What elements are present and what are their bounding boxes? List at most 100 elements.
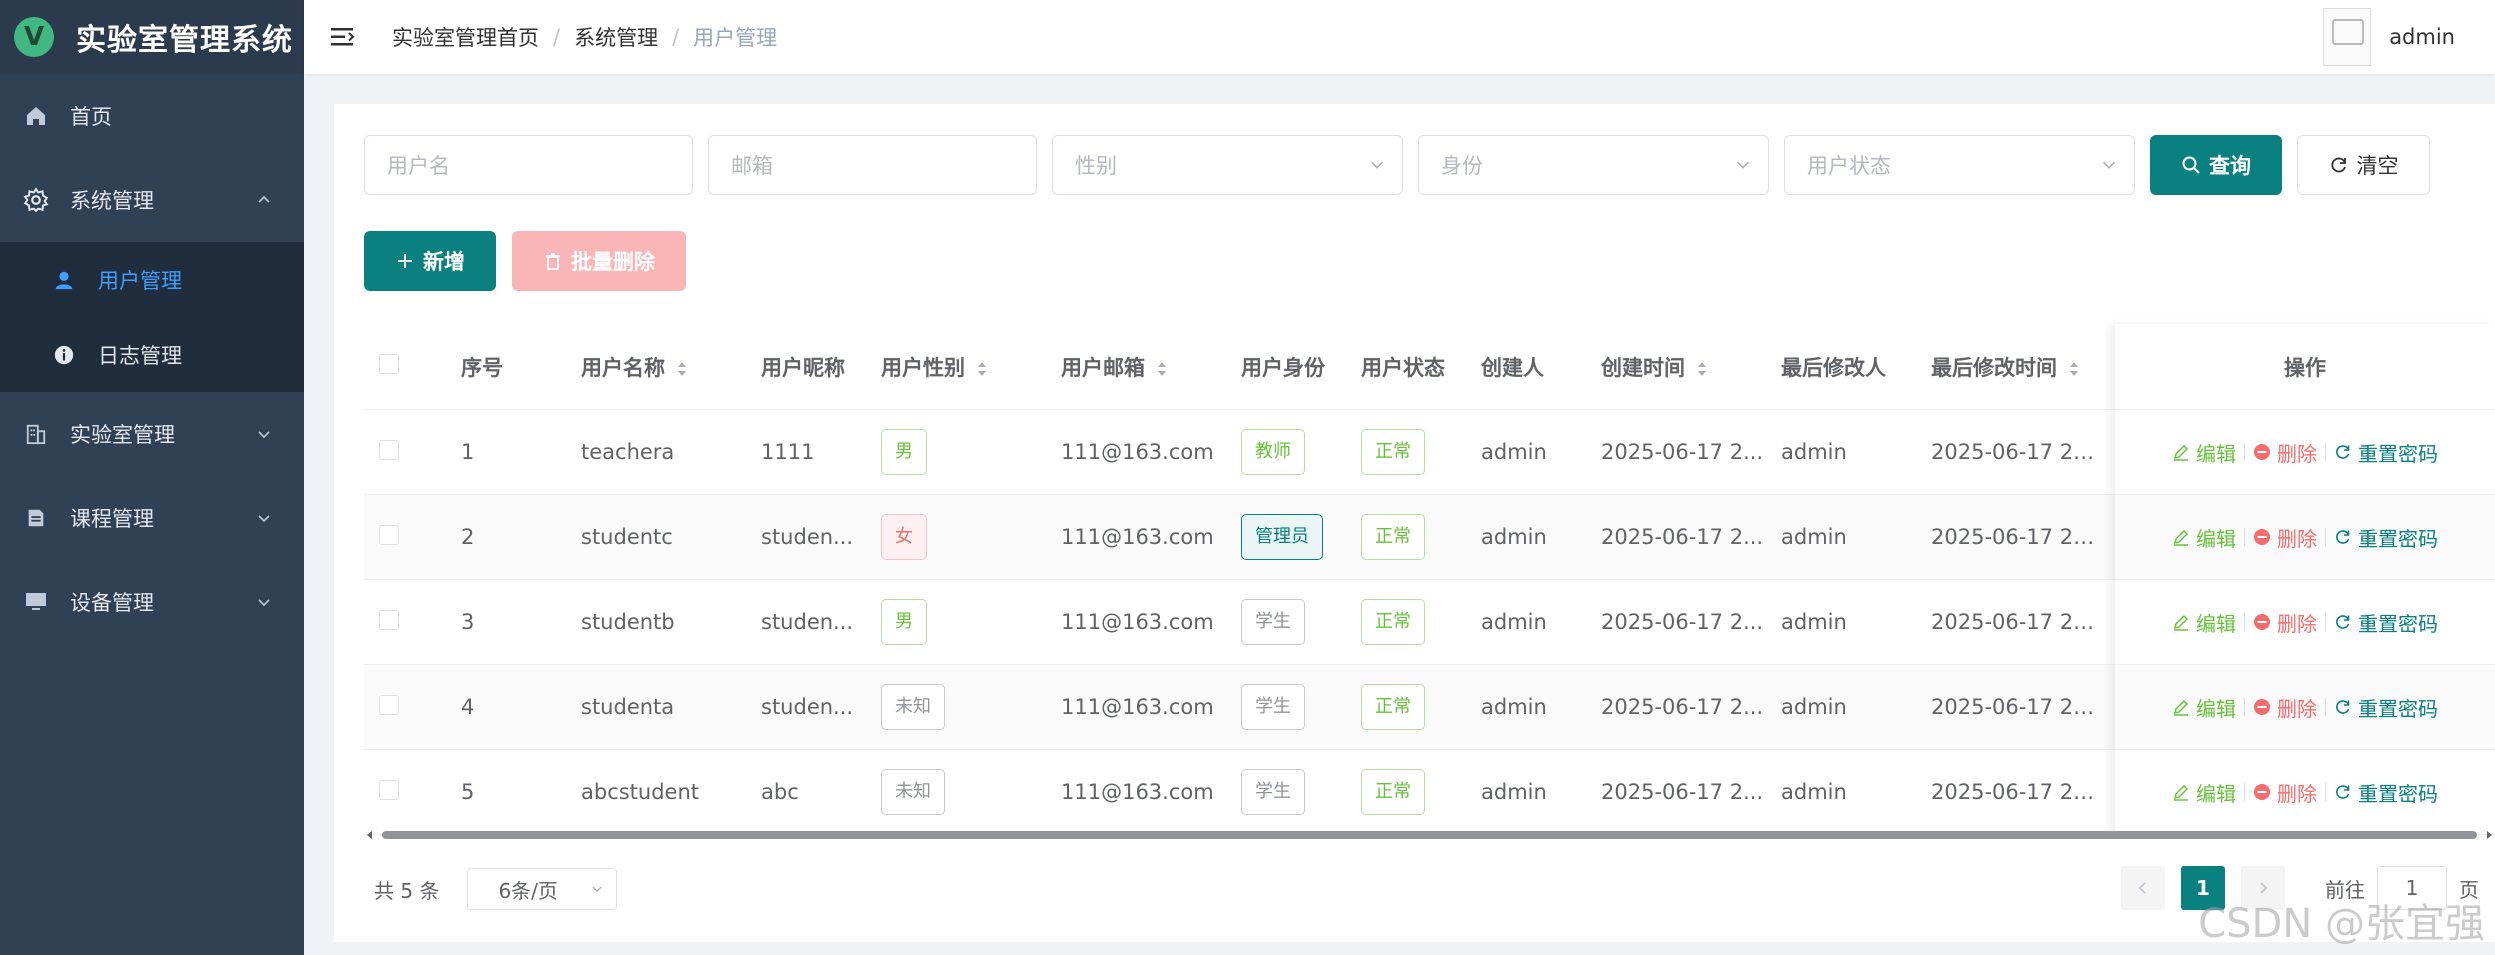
delete-button[interactable]: 删除: [2253, 438, 2317, 467]
monitor-icon: [22, 588, 50, 616]
col-status: 用户状态: [1361, 355, 1445, 380]
email-filter-input[interactable]: 邮箱: [708, 135, 1037, 195]
reset-label: 重置密码: [2358, 696, 2438, 721]
book-icon: [22, 504, 50, 532]
reset-password-button[interactable]: 重置密码: [2334, 523, 2438, 552]
gender-tag: 女: [881, 514, 927, 560]
username-filter-input[interactable]: 用户名: [364, 135, 693, 195]
sort-icon[interactable]: [1155, 359, 1169, 379]
search-icon: [2182, 156, 2200, 174]
edit-button[interactable]: 编辑: [2172, 438, 2236, 467]
divider: [2325, 443, 2326, 461]
reset-password-button[interactable]: 重置密码: [2334, 438, 2438, 467]
col-email[interactable]: 用户邮箱: [1061, 352, 1241, 382]
col-username[interactable]: 用户名称: [581, 352, 761, 382]
breadcrumb-system[interactable]: 系统管理: [574, 22, 658, 52]
col-label: 创建时间: [1601, 355, 1685, 380]
sort-icon[interactable]: [1695, 359, 1709, 379]
col-created[interactable]: 创建时间: [1601, 352, 1781, 382]
role-tag: 学生: [1241, 769, 1305, 815]
edit-button[interactable]: 编辑: [2172, 608, 2236, 637]
cell-role: 学生: [1241, 599, 1361, 645]
edit-button[interactable]: 编辑: [2172, 523, 2236, 552]
add-button[interactable]: 新增: [364, 231, 496, 291]
cell-gender: 男: [881, 429, 1061, 475]
vue-logo-icon: V: [14, 17, 54, 57]
edit-icon: [2173, 529, 2189, 546]
select-all-checkbox[interactable]: [364, 354, 461, 379]
gender-filter-select[interactable]: 性别: [1052, 135, 1403, 195]
row-checkbox[interactable]: [364, 524, 461, 550]
col-modified[interactable]: 最后修改时间: [1931, 352, 2111, 382]
sidebar-item-lab[interactable]: 实验室管理: [0, 392, 304, 476]
avatar[interactable]: [2323, 8, 2372, 66]
sidebar-item-label: 首页: [70, 105, 112, 129]
batch-delete-button[interactable]: 批量删除: [512, 231, 686, 291]
chevron-up-icon: [258, 195, 270, 203]
prev-page-button[interactable]: [2121, 866, 2165, 910]
cell-index: 3: [461, 610, 475, 634]
edit-button[interactable]: 编辑: [2172, 693, 2236, 722]
sidebar-item-user-management[interactable]: 用户管理: [0, 242, 304, 317]
col-gender[interactable]: 用户性别: [881, 352, 1061, 382]
edit-label: 编辑: [2196, 696, 2236, 721]
placeholder: 性别: [1075, 154, 1117, 178]
role-filter-select[interactable]: 身份: [1418, 135, 1769, 195]
reset-password-button[interactable]: 重置密码: [2334, 778, 2438, 807]
scrollbar-thumb[interactable]: [382, 831, 2477, 839]
cell-modified: 2025-06-17 22:2...: [1931, 610, 2111, 634]
chevron-down-icon: [258, 599, 270, 607]
sidebar-item-device[interactable]: 设备管理: [0, 560, 304, 644]
cell-creator: admin: [1481, 440, 1547, 464]
sidebar-item-home[interactable]: 首页: [0, 74, 304, 158]
cell-status: 正常: [1361, 599, 1481, 645]
menu-toggle-icon[interactable]: [328, 22, 358, 52]
total-count: 共 5 条: [374, 878, 440, 903]
row-actions: 编辑 删除 重置密码: [2115, 580, 2495, 665]
scroll-left-icon[interactable]: [364, 829, 376, 841]
page-size-select[interactable]: 6条/页: [467, 868, 618, 910]
row-checkbox[interactable]: [364, 694, 461, 720]
row-checkbox[interactable]: [364, 609, 461, 635]
sidebar-item-system[interactable]: 系统管理: [0, 158, 304, 242]
sort-icon[interactable]: [2067, 359, 2081, 379]
remove-icon: [2254, 614, 2270, 630]
delete-button[interactable]: 删除: [2253, 778, 2317, 807]
delete-button[interactable]: 删除: [2253, 693, 2317, 722]
user-menu[interactable]: admin: [2323, 8, 2455, 66]
clear-button[interactable]: 清空: [2297, 135, 2430, 195]
cell-created: 2025-06-17 2...: [1601, 695, 1764, 719]
cell-email: 111@163.com: [1061, 525, 1214, 549]
role-tag: 学生: [1241, 599, 1305, 645]
username[interactable]: admin: [2389, 25, 2455, 49]
sort-icon[interactable]: [675, 359, 689, 379]
chevron-down-icon: [2103, 161, 2115, 169]
search-button[interactable]: 查询: [2150, 135, 2282, 195]
horizontal-scrollbar[interactable]: [364, 826, 2495, 842]
cell-nickname: studen...: [761, 610, 854, 634]
edit-button[interactable]: 编辑: [2172, 778, 2236, 807]
sidebar: V 实验室管理系统 首页 系统管理 用户管理 日志管理 实验室管理 课程管理 设…: [0, 0, 304, 955]
status-filter-select[interactable]: 用户状态: [1784, 135, 2135, 195]
sort-icon[interactable]: [975, 359, 989, 379]
scroll-right-icon[interactable]: [2483, 829, 2495, 841]
sidebar-item-course[interactable]: 课程管理: [0, 476, 304, 560]
delete-label: 删除: [2277, 526, 2317, 551]
row-checkbox[interactable]: [364, 779, 461, 805]
sidebar-item-log-management[interactable]: 日志管理: [0, 317, 304, 392]
refresh-icon: [2336, 615, 2350, 629]
delete-button[interactable]: 删除: [2253, 608, 2317, 637]
col-ops: 操作: [2115, 324, 2495, 410]
cell-creator: admin: [1481, 525, 1547, 549]
col-label: 用户名称: [581, 355, 665, 380]
cell-nickname: 1111: [761, 440, 815, 464]
breadcrumb-home[interactable]: 实验室管理首页: [392, 22, 539, 52]
pagination-info: 共 5 条 6条/页: [374, 868, 618, 910]
reset-password-button[interactable]: 重置密码: [2334, 608, 2438, 637]
refresh-icon: [2336, 530, 2350, 544]
cell-index: 1: [461, 440, 475, 464]
row-checkbox[interactable]: [364, 439, 461, 465]
main-card: 用户名 邮箱 性别 身份 用户状态 查询 清空 新增 批量删除 序号 用户名称 …: [334, 104, 2495, 942]
reset-password-button[interactable]: 重置密码: [2334, 693, 2438, 722]
delete-button[interactable]: 删除: [2253, 523, 2317, 552]
